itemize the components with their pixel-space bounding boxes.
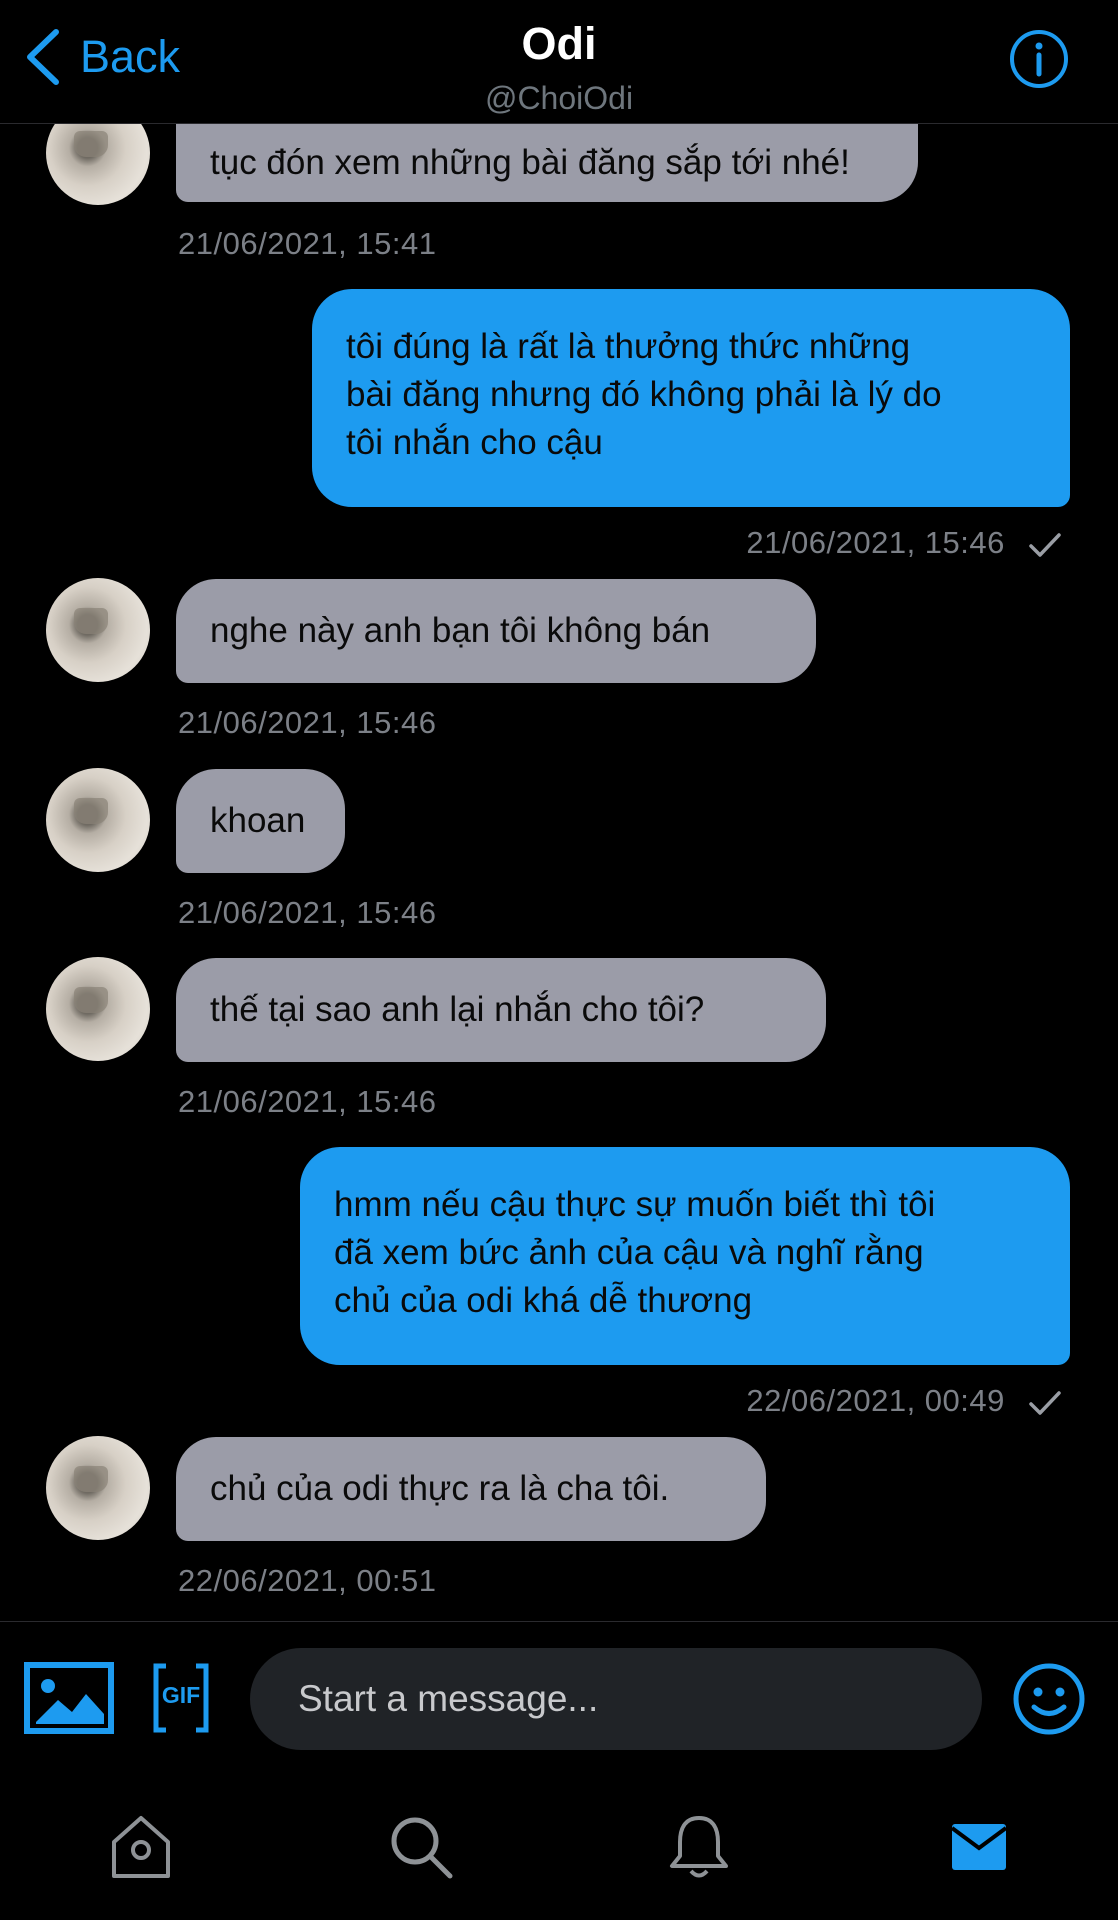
message-text: thế tại sao anh lại nhắn cho tôi? — [210, 990, 705, 1029]
message-timestamp-row: 21/06/2021, 15:46 — [746, 525, 1062, 561]
avatar[interactable] — [46, 123, 150, 205]
message-list[interactable]: tục đón xem những bài đăng sắp tới nhé! … — [0, 123, 1118, 1621]
bottom-tab-bar — [0, 1770, 1118, 1920]
outgoing-message-bubble[interactable]: tôi đúng là rất là thưởng thức những bài… — [312, 289, 1070, 507]
info-icon[interactable] — [1008, 28, 1070, 90]
message-text-line: đã xem bức ảnh của cậu và nghĩ rằng — [334, 1233, 924, 1272]
avatar[interactable] — [46, 1436, 150, 1540]
message-text: chủ của odi thực ra là cha tôi. — [210, 1469, 670, 1508]
conversation-handle: @ChoiOdi — [484, 80, 634, 116]
message-text: khoan — [210, 801, 306, 840]
message-timestamp: 22/06/2021, 00:49 — [746, 1383, 1005, 1418]
message-timestamp: 22/06/2021, 00:51 — [178, 1563, 437, 1598]
incoming-message-bubble[interactable]: chủ của odi thực ra là cha tôi. — [176, 1437, 766, 1541]
message-text: tục đón xem những bài đăng sắp tới nhé! — [210, 143, 850, 182]
incoming-message-bubble[interactable]: khoan — [176, 769, 345, 873]
notifications-icon[interactable] — [664, 1812, 734, 1882]
message-timestamp: 21/06/2021, 15:46 — [178, 705, 437, 740]
message-text-line: tôi nhắn cho cậu — [346, 423, 603, 462]
avatar[interactable] — [46, 957, 150, 1061]
message-text-line: bài đăng nhưng đó không phải là lý do — [346, 375, 942, 414]
message-timestamp: 21/06/2021, 15:46 — [178, 1084, 437, 1119]
message-text: nghe này anh bạn tôi không bán — [210, 611, 711, 650]
emoji-icon[interactable] — [1012, 1662, 1086, 1736]
outgoing-message-bubble[interactable]: hmm nếu cậu thực sự muốn biết thì tôi đã… — [300, 1147, 1070, 1365]
message-timestamp: 21/06/2021, 15:41 — [178, 226, 437, 261]
messages-icon[interactable] — [944, 1812, 1014, 1882]
incoming-message-bubble[interactable]: thế tại sao anh lại nhắn cho tôi? — [176, 958, 826, 1062]
search-icon[interactable] — [386, 1812, 456, 1882]
message-timestamp: 21/06/2021, 15:46 — [746, 525, 1005, 560]
message-input[interactable] — [250, 1648, 982, 1750]
incoming-message-bubble[interactable]: nghe này anh bạn tôi không bán — [176, 579, 816, 683]
gif-icon[interactable]: GIF — [152, 1662, 210, 1734]
incoming-message-bubble[interactable]: tục đón xem những bài đăng sắp tới nhé! — [176, 123, 918, 202]
gif-label: GIF — [161, 1682, 201, 1708]
conversation-header: Back Odi @ChoiOdi — [0, 0, 1118, 124]
avatar[interactable] — [46, 578, 150, 682]
message-composer: GIF — [0, 1621, 1118, 1771]
message-text-line: tôi đúng là rất là thưởng thức những — [346, 327, 911, 366]
home-icon[interactable] — [106, 1812, 176, 1882]
message-text-line: hmm nếu cậu thực sự muốn biết thì tôi — [334, 1185, 936, 1224]
read-check-icon — [1029, 533, 1061, 557]
read-check-icon — [1029, 1391, 1061, 1415]
conversation-title: Odi — [521, 18, 597, 69]
message-text-line: chủ của odi khá dễ thương — [334, 1281, 753, 1320]
image-icon[interactable] — [24, 1662, 114, 1734]
message-timestamp-row: 22/06/2021, 00:49 — [746, 1383, 1062, 1419]
message-timestamp: 21/06/2021, 15:46 — [178, 895, 437, 930]
avatar[interactable] — [46, 768, 150, 872]
